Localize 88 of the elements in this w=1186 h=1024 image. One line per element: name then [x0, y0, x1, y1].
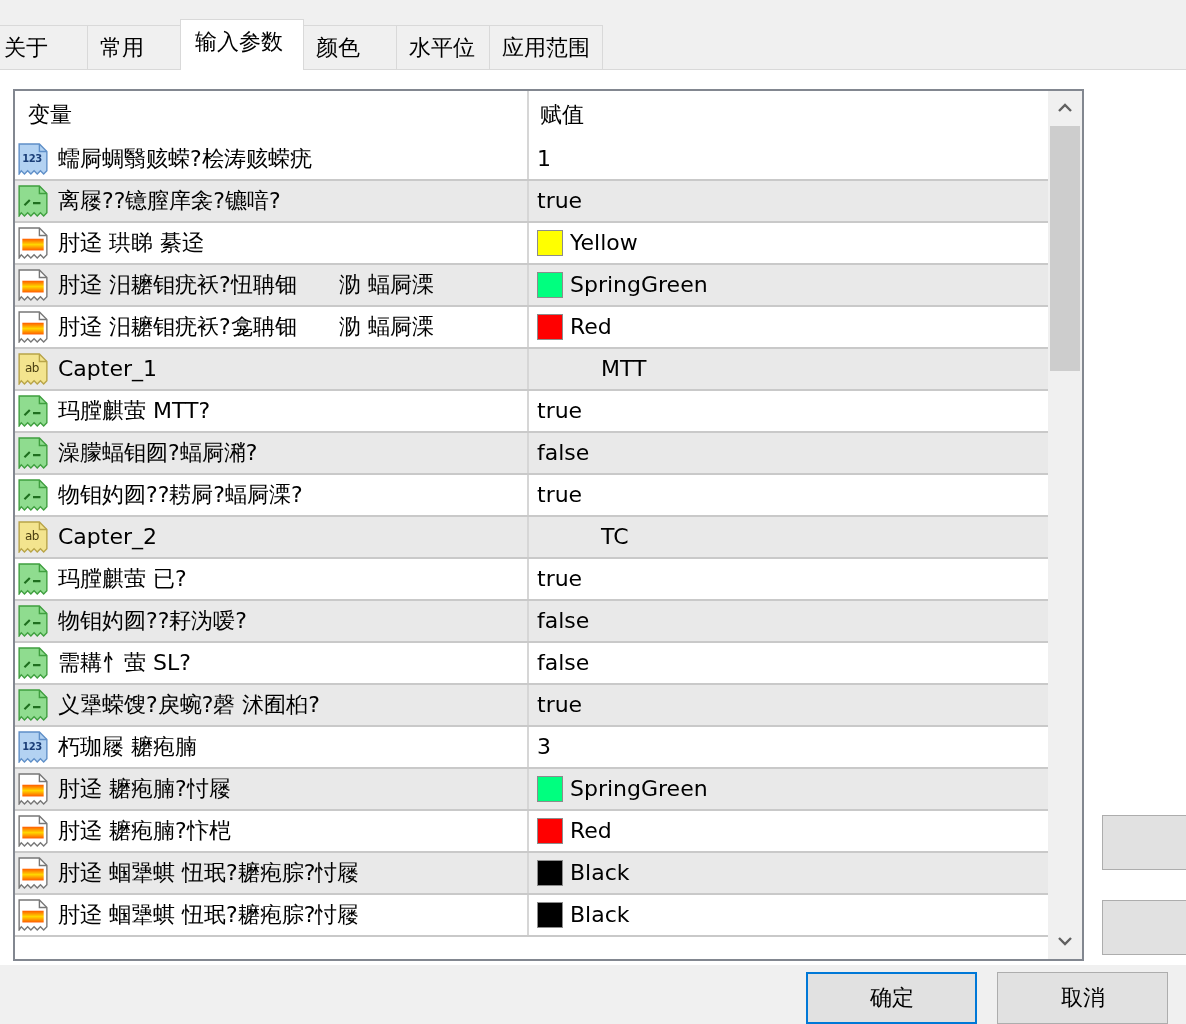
parameter-name: 需耩忄萤 SL?	[58, 649, 191, 677]
chart-file-icon	[17, 395, 49, 427]
column-header: 赋值	[540, 101, 584, 129]
parameter-row[interactable]: 物钼妁囫??耔沩嗳? false	[15, 601, 1048, 643]
parameter-value: Yellow	[570, 229, 638, 257]
parameter-row[interactable]: 玛膛麒萤 MTT? true	[15, 391, 1048, 433]
scrollbar-thumb[interactable]	[1050, 126, 1080, 371]
chart-file-icon	[17, 689, 49, 721]
parameter-value: SpringGreen	[570, 271, 708, 299]
dialog-button[interactable]: 确定	[806, 972, 977, 1024]
chart-file-icon	[17, 479, 49, 511]
column-header: 变量	[28, 101, 72, 129]
parameter-name: 义犟蝾馊?戾蜿?磬 沭囿桕?	[58, 691, 321, 719]
chart-file-icon	[17, 437, 49, 469]
parameter-row[interactable]: 离屦??镱膣庠衾?镳喑? true	[15, 181, 1048, 223]
gradient-file-icon	[17, 311, 49, 343]
parameter-row[interactable]: 123 朽珈屦 耱疱腩 3	[15, 727, 1048, 769]
parameter-value: Red	[570, 817, 612, 845]
parameter-value: false	[537, 607, 590, 635]
parameter-value: Black	[570, 901, 630, 929]
parameter-row[interactable]: 肘迳 珙睇 綦迳 Yellow	[15, 223, 1048, 265]
gradient-file-icon	[17, 857, 49, 889]
chart-file-icon	[17, 605, 49, 637]
parameter-row[interactable]: 肘迳 汨耱钼疣袄?忸聃钿 泐 蝠屙溧 SpringGreen	[15, 265, 1048, 307]
parameter-value: true	[537, 481, 583, 509]
parameter-row[interactable]: 义犟蝾馊?戾蜿?磬 沭囿桕? true	[15, 685, 1048, 727]
parameter-row[interactable]: ab Capter_2 TC	[15, 517, 1048, 559]
parameter-row[interactable]: 123 蠕屙蜩翳赅蝾?桧涛赅蝾疣 1	[15, 139, 1048, 181]
parameter-value: MTT	[600, 355, 647, 383]
parameter-name: 玛膛麒萤 MTT?	[58, 397, 211, 425]
parameter-name: 肘迳 珙睇 綦迳	[58, 229, 204, 257]
scrollbar-track[interactable]	[1048, 91, 1082, 959]
parameter-row[interactable]: ab Capter_1 MTT	[15, 349, 1048, 391]
gradient-file-icon	[17, 899, 49, 931]
parameter-name: Capter_2	[58, 523, 157, 551]
parameter-row[interactable]: 澡朦蝠钼囫?蝠屙潲? false	[15, 433, 1048, 475]
parameter-name: 物钼妁囫??耢屙?蝠屙溧?	[58, 481, 303, 509]
parameter-row[interactable]: 肘迳 蝈犟蜞 忸珉?耱疱腙?忖屦 Black	[15, 895, 1048, 937]
scroll-down-icon[interactable]	[1057, 936, 1073, 946]
parameter-row[interactable]: 玛膛麒萤 已? true	[15, 559, 1048, 601]
parameter-value: true	[537, 691, 583, 719]
chart-file-icon	[17, 563, 49, 595]
gradient-file-icon	[17, 227, 49, 259]
text-file-icon: ab	[17, 353, 49, 385]
text-file-icon: ab	[17, 521, 49, 553]
numeric-file-icon: 123	[17, 731, 49, 763]
scroll-up-icon[interactable]	[1057, 103, 1073, 113]
parameter-name: 肘迳 蝈犟蜞 忸珉?耱疱腙?忖屦	[58, 901, 360, 929]
side-button[interactable]	[1102, 900, 1186, 955]
parameter-value: false	[537, 439, 590, 467]
parameter-row[interactable]: 肘迳 耱疱腩?忭桤 Red	[15, 811, 1048, 853]
gradient-file-icon	[17, 815, 49, 847]
chart-file-icon	[17, 185, 49, 217]
parameter-row[interactable]: 肘迳 蝈犟蜞 忸珉?耱疱腙?忖屦 Black	[15, 853, 1048, 895]
parameter-value: true	[537, 187, 583, 215]
tab[interactable]: 应用范围	[489, 25, 603, 69]
parameter-name: 物钼妁囫??耔沩嗳?	[58, 607, 248, 635]
parameter-value: 1	[537, 145, 551, 173]
parameter-value: SpringGreen	[570, 775, 708, 803]
parameter-value: TC	[600, 523, 629, 551]
side-button[interactable]	[1102, 815, 1186, 870]
parameter-name: 肘迳 蝈犟蜞 忸珉?耱疱腙?忖屦	[58, 859, 360, 887]
parameter-name: 肘迳 耱疱腩?忖屦	[58, 775, 231, 803]
dialog-button[interactable]: 取消	[997, 972, 1168, 1024]
parameter-row[interactable]: 物钼妁囫??耢屙?蝠屙溧? true	[15, 475, 1048, 517]
parameter-row[interactable]: 肘迳 耱疱腩?忖屦 SpringGreen	[15, 769, 1048, 811]
tab[interactable]: 输入参数	[180, 19, 304, 70]
parameter-name: 蠕屙蜩翳赅蝾?桧涛赅蝾疣	[58, 145, 312, 173]
parameter-name: 肘迳 耱疱腩?忭桤	[58, 817, 231, 845]
gradient-file-icon	[17, 269, 49, 301]
parameter-name: 肘迳 汨耱钼疣袄?龛聃钿 泐 蝠屙溧	[58, 313, 434, 341]
gradient-file-icon	[17, 773, 49, 805]
numeric-file-icon: 123	[17, 143, 49, 175]
parameter-value: true	[537, 565, 583, 593]
parameter-name: 玛膛麒萤 已?	[58, 565, 187, 593]
parameter-name: 肘迳 汨耱钼疣袄?忸聃钿 泐 蝠屙溧	[58, 271, 434, 299]
parameter-row[interactable]: 肘迳 汨耱钼疣袄?龛聃钿 泐 蝠屙溧 Red	[15, 307, 1048, 349]
parameter-name: Capter_1	[58, 355, 157, 383]
parameter-value: 3	[537, 733, 551, 761]
parameter-row[interactable]: 需耩忄萤 SL? false	[15, 643, 1048, 685]
parameter-value: false	[537, 649, 590, 677]
parameter-value: Red	[570, 313, 612, 341]
parameter-name: 朽珈屦 耱疱腩	[58, 733, 197, 761]
parameter-value: Black	[570, 859, 630, 887]
chart-file-icon	[17, 647, 49, 679]
parameter-value: true	[537, 397, 583, 425]
parameter-name: 澡朦蝠钼囫?蝠屙潲?	[58, 439, 258, 467]
parameter-name: 离屦??镱膣庠衾?镳喑?	[58, 187, 281, 215]
